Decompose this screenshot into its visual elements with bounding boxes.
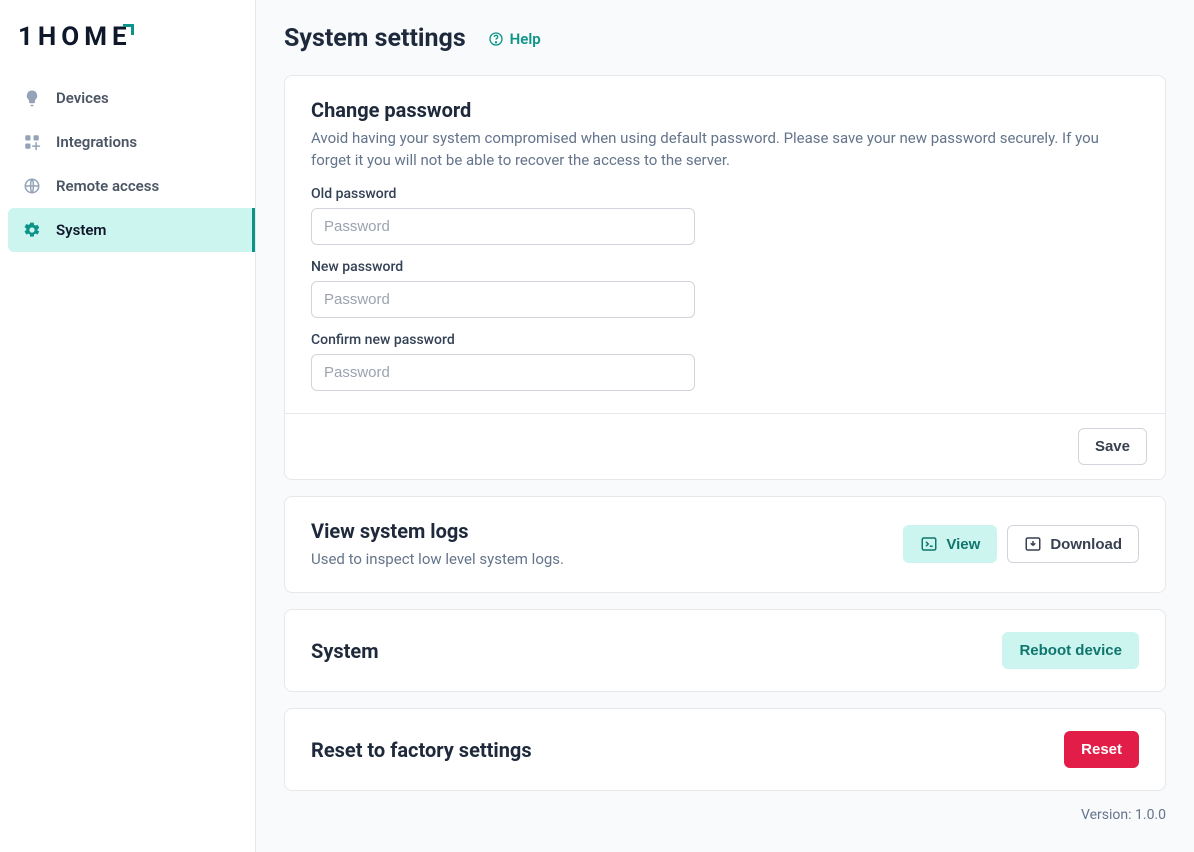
- reset-button[interactable]: Reset: [1064, 731, 1139, 768]
- view-logs-button[interactable]: View: [903, 525, 997, 563]
- reset-title: Reset to factory settings: [311, 738, 532, 762]
- change-password-card: Change password Avoid having your system…: [284, 75, 1166, 480]
- old-password-input[interactable]: [311, 208, 695, 245]
- save-button[interactable]: Save: [1078, 428, 1147, 465]
- system-title: System: [311, 639, 379, 663]
- change-password-title: Change password: [311, 98, 1139, 122]
- page-title: System settings: [284, 24, 466, 53]
- globe-icon: [22, 176, 42, 196]
- lightbulb-icon: [22, 88, 42, 108]
- download-logs-button[interactable]: Download: [1007, 525, 1139, 563]
- new-password-input[interactable]: [311, 281, 695, 318]
- main-content: System settings Help Change password Avo…: [256, 0, 1194, 852]
- sidebar-item-label: Devices: [56, 89, 109, 107]
- system-card: System Reboot device: [284, 609, 1166, 692]
- reset-card: Reset to factory settings Reset: [284, 708, 1166, 791]
- sidebar-item-system[interactable]: System: [8, 208, 255, 252]
- old-password-label: Old password: [311, 186, 1139, 202]
- sidebar-item-label: Remote access: [56, 177, 159, 195]
- gear-icon: [22, 220, 42, 240]
- sidebar-item-label: Integrations: [56, 133, 137, 151]
- page-header: System settings Help: [284, 24, 1166, 53]
- sidebar: 1HOME Devices Integrations Remote access…: [0, 0, 256, 852]
- brand-logo: 1HOME: [8, 18, 255, 76]
- system-logs-description: Used to inspect low level system logs.: [311, 549, 564, 571]
- reboot-device-button[interactable]: Reboot device: [1002, 632, 1139, 669]
- confirm-password-input[interactable]: [311, 354, 695, 391]
- sidebar-item-devices[interactable]: Devices: [8, 76, 255, 120]
- version-text: Version: 1.0.0: [284, 807, 1166, 823]
- help-label: Help: [510, 30, 541, 48]
- help-icon: [488, 31, 504, 47]
- terminal-icon: [920, 535, 938, 553]
- confirm-password-label: Confirm new password: [311, 332, 1139, 348]
- new-password-label: New password: [311, 259, 1139, 275]
- sidebar-item-label: System: [56, 221, 106, 239]
- sidebar-item-remote-access[interactable]: Remote access: [8, 164, 255, 208]
- system-logs-title: View system logs: [311, 519, 564, 543]
- grid-plus-icon: [22, 132, 42, 152]
- view-logs-label: View: [946, 536, 980, 553]
- sidebar-item-integrations[interactable]: Integrations: [8, 120, 255, 164]
- download-icon: [1024, 535, 1042, 553]
- help-link[interactable]: Help: [488, 30, 541, 48]
- system-logs-card: View system logs Used to inspect low lev…: [284, 496, 1166, 594]
- change-password-description: Avoid having your system compromised whe…: [311, 128, 1139, 172]
- download-logs-label: Download: [1050, 536, 1122, 553]
